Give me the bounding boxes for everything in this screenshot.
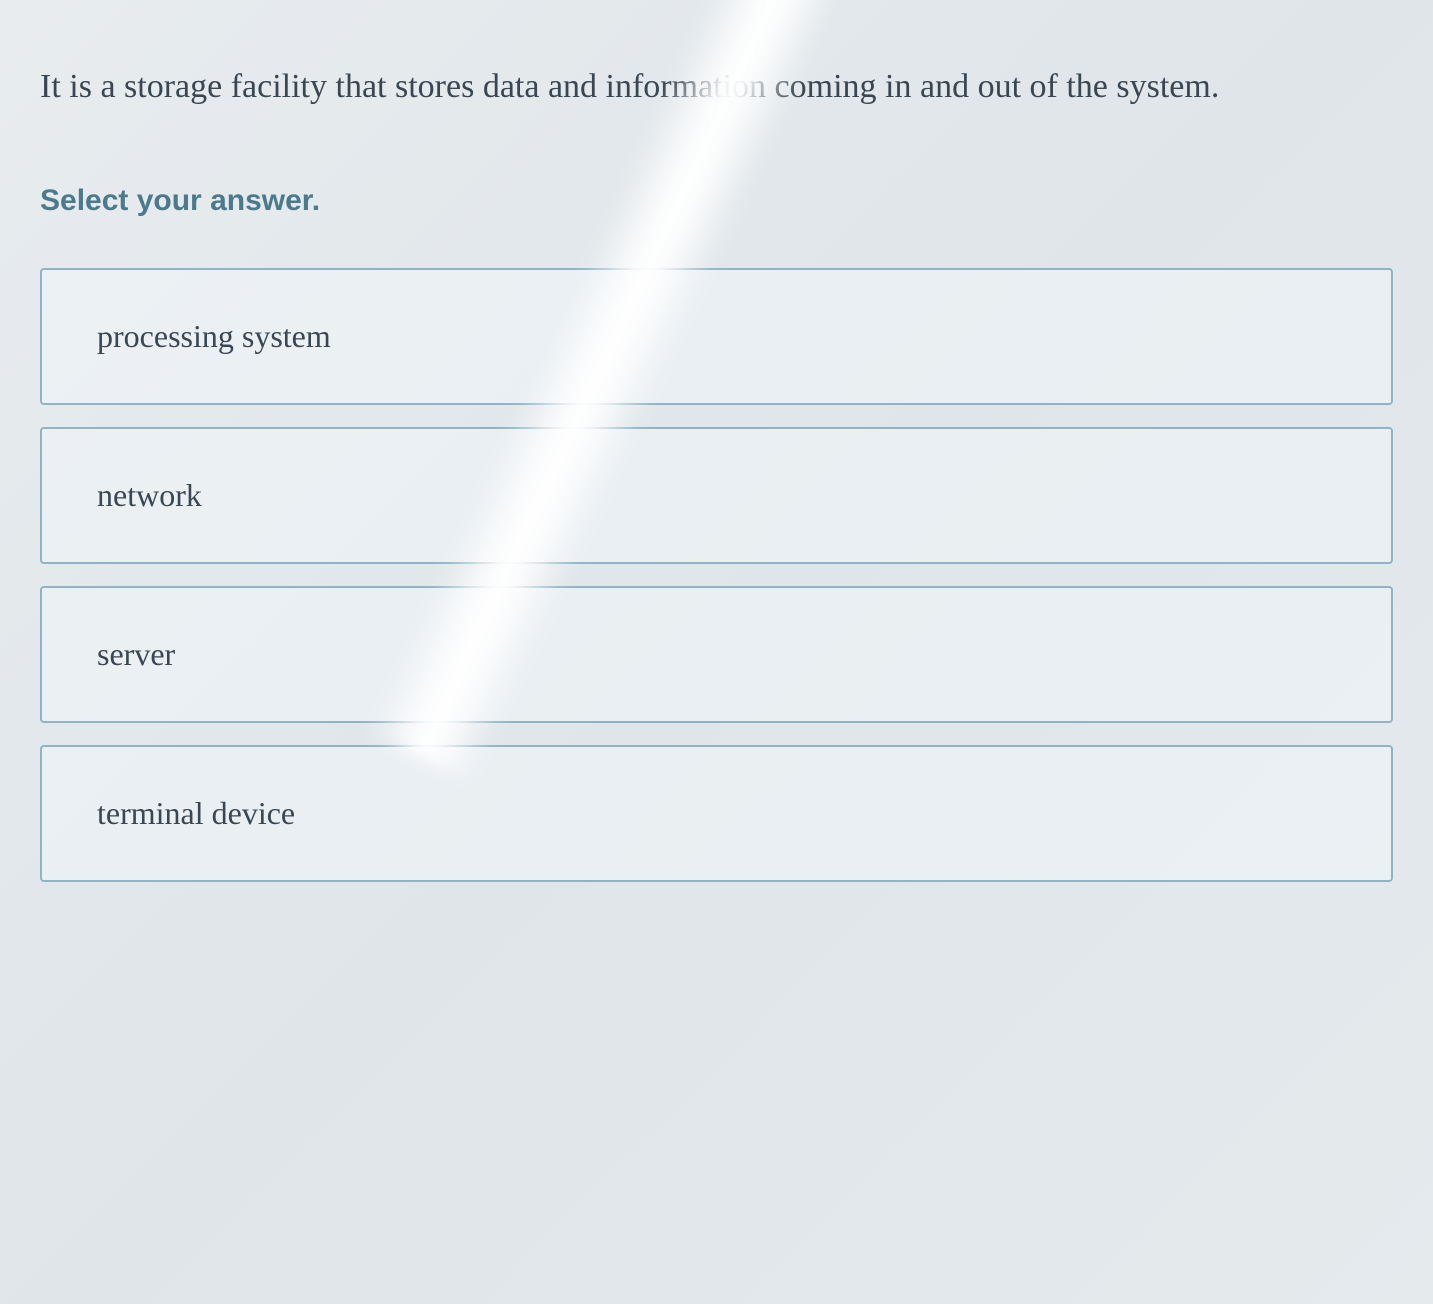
options-container: processing system network server termina… bbox=[40, 268, 1393, 882]
option-label: network bbox=[97, 477, 202, 513]
option-server[interactable]: server bbox=[40, 586, 1393, 723]
option-label: processing system bbox=[97, 318, 331, 354]
option-label: server bbox=[97, 636, 175, 672]
option-network[interactable]: network bbox=[40, 427, 1393, 564]
question-text: It is a storage facility that stores dat… bbox=[40, 60, 1393, 114]
option-processing-system[interactable]: processing system bbox=[40, 268, 1393, 405]
option-terminal-device[interactable]: terminal device bbox=[40, 745, 1393, 882]
option-label: terminal device bbox=[97, 795, 295, 831]
instruction-text: Select your answer. bbox=[40, 184, 1393, 218]
